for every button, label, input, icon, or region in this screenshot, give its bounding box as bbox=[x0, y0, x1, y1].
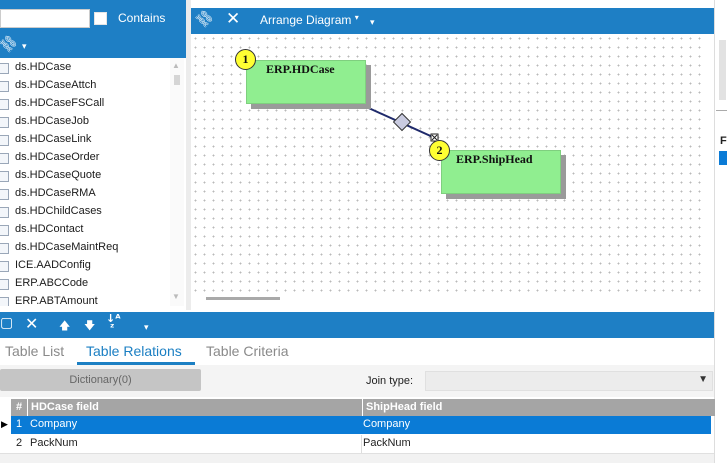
hdcase-field-cell[interactable]: PackNum bbox=[30, 435, 78, 452]
list-item-label: ERP.ABTAmount bbox=[15, 295, 98, 306]
list-item-label: ERP.ABCCode bbox=[15, 277, 89, 289]
list-item[interactable]: ds.HDCaseAttch bbox=[0, 76, 170, 94]
table-icon bbox=[0, 153, 9, 164]
dictionary-button[interactable]: Dictionary(0) bbox=[0, 369, 201, 391]
chevron-down-icon[interactable]: ▾ bbox=[144, 323, 149, 333]
list-item[interactable]: ds.HDChildCases bbox=[0, 202, 170, 220]
list-item[interactable]: ds.HDContact bbox=[0, 220, 170, 238]
chevron-down-icon[interactable]: ▾ bbox=[22, 42, 27, 52]
list-item[interactable]: ERP.ABTAmount bbox=[0, 292, 170, 306]
list-item-label: ds.HDCaseQuote bbox=[15, 169, 102, 181]
shiphead-field-cell[interactable]: PackNum bbox=[363, 435, 411, 452]
tab-table-relations[interactable]: Table Relations bbox=[86, 343, 182, 359]
list-item[interactable]: ERP.ABCCode bbox=[0, 274, 170, 292]
chevron-down-icon: ▼ bbox=[698, 374, 708, 385]
column-divider bbox=[361, 435, 362, 453]
list-item-label: ds.HDContact bbox=[15, 223, 84, 235]
right-panel-selection bbox=[719, 151, 727, 165]
dictionary-label: Dictionary(0) bbox=[69, 374, 132, 386]
join-type-select[interactable]: ▼ bbox=[425, 371, 713, 391]
table-icon bbox=[0, 81, 9, 92]
node-title: ERP.ShipHead bbox=[456, 152, 533, 166]
sort-icon[interactable]: ↓ᴬ ᶻ bbox=[106, 313, 121, 333]
chevron-down-icon[interactable]: ▾ bbox=[370, 18, 375, 28]
diagram-canvas[interactable]: ERP.HDCase 1 ERP.ShipHead 2 bbox=[191, 34, 706, 292]
list-item-label: ds.HDCaseOrder bbox=[15, 151, 100, 163]
table-icon bbox=[0, 279, 9, 290]
list-item[interactable]: ds.HDCaseRMA bbox=[0, 184, 170, 202]
row-number: 1 bbox=[15, 418, 23, 430]
table-icon bbox=[0, 189, 9, 200]
scroll-down-arrow[interactable]: ▼ bbox=[172, 292, 180, 301]
table-icon bbox=[0, 261, 9, 272]
right-panel-divider bbox=[716, 110, 727, 111]
table-icon bbox=[0, 99, 9, 110]
new-icon[interactable]: ▢ bbox=[0, 315, 13, 331]
right-panel-scroll[interactable] bbox=[719, 40, 726, 100]
list-item[interactable]: ds.HDCaseFSCall bbox=[0, 94, 170, 112]
scrollbar-track[interactable] bbox=[170, 58, 184, 306]
arrow-down-icon[interactable]: 🡇 bbox=[84, 317, 95, 336]
scroll-up-arrow[interactable]: ▲ bbox=[172, 61, 180, 70]
table-row[interactable]: 2 PackNum PackNum bbox=[0, 435, 714, 454]
node-badge: 2 bbox=[429, 140, 450, 161]
list-item-label: ds.HDCase bbox=[15, 61, 72, 73]
grid-header-right[interactable]: ShipHead field bbox=[362, 399, 715, 416]
arrange-diagram-label: Arrange Diagram bbox=[260, 13, 352, 27]
grid-bottom-gutter bbox=[0, 454, 714, 463]
table-row[interactable]: ▶ 1 Company Company bbox=[0, 416, 714, 434]
contains-checkbox[interactable] bbox=[94, 12, 107, 25]
list-item-label: ds.HDChildCases bbox=[15, 205, 102, 217]
table-icon bbox=[0, 297, 9, 306]
list-item[interactable]: ds.HDCase bbox=[0, 58, 170, 76]
row-indicator-arrow-icon: ▶ bbox=[1, 419, 8, 429]
right-panel-letter: F bbox=[720, 135, 727, 147]
list-item-label: ds.HDCaseJob bbox=[15, 115, 89, 127]
tab-table-criteria[interactable]: Table Criteria bbox=[206, 343, 288, 359]
table-icon bbox=[0, 117, 9, 128]
tab-table-list[interactable]: Table List bbox=[5, 343, 64, 359]
diagram-hscroll[interactable] bbox=[191, 292, 714, 310]
diagram-node-hdcase[interactable]: ERP.HDCase bbox=[246, 60, 366, 104]
table-icon bbox=[0, 207, 9, 218]
list-item[interactable]: ds.HDCaseJob bbox=[0, 112, 170, 130]
list-item-label: ds.HDCaseFSCall bbox=[15, 97, 105, 109]
table-icon bbox=[0, 243, 9, 254]
shiphead-field-cell[interactable]: Company bbox=[363, 416, 410, 433]
grid-header-left[interactable]: HDCase field bbox=[28, 399, 362, 416]
table-icon bbox=[0, 135, 9, 146]
contains-label: Contains bbox=[118, 11, 166, 25]
list-item[interactable]: ICE.AADConfig bbox=[0, 256, 170, 274]
node-title: ERP.HDCase bbox=[266, 62, 335, 76]
selected-row-bg bbox=[11, 416, 711, 434]
node-badge: 1 bbox=[235, 49, 256, 70]
list-item[interactable]: ds.HDCaseOrder bbox=[0, 148, 170, 166]
list-item[interactable]: ds.HDCaseQuote bbox=[0, 166, 170, 184]
join-type-label: Join type: bbox=[366, 375, 414, 387]
close-icon[interactable]: ✕ bbox=[226, 9, 240, 29]
list-item-label: ds.HDCaseMaintReq bbox=[15, 241, 119, 253]
list-item[interactable]: ds.HDCaseMaintReq bbox=[0, 238, 170, 256]
table-list[interactable]: ds.HDCase ds.HDCaseAttch ds.HDCaseFSCall ds… bbox=[0, 58, 186, 306]
list-item-label: ds.HDCaseRMA bbox=[15, 187, 96, 199]
arrow-up-icon[interactable]: 🡅 bbox=[59, 317, 70, 336]
relation-diamond bbox=[392, 112, 412, 132]
diagram-node-shiphead[interactable]: ERP.ShipHead bbox=[441, 150, 561, 194]
list-item[interactable]: ds.HDCaseLink bbox=[0, 130, 170, 148]
list-item-label: ICE.AADConfig bbox=[15, 259, 91, 271]
grid-header-num: # bbox=[11, 399, 27, 416]
row-number: 2 bbox=[15, 437, 23, 449]
chevron-down-icon: ▾ bbox=[354, 13, 359, 22]
table-icon bbox=[0, 63, 9, 74]
hdcase-field-cell[interactable]: Company bbox=[30, 416, 77, 433]
delete-icon[interactable]: ✕ bbox=[25, 314, 38, 333]
arrange-diagram-button[interactable]: Arrange Diagram ▾ bbox=[260, 13, 359, 27]
list-item-label: ds.HDCaseAttch bbox=[15, 79, 97, 91]
list-item-label: ds.HDCaseLink bbox=[15, 133, 92, 145]
diagram-hscroll-thumb[interactable] bbox=[206, 297, 280, 300]
table-icon bbox=[0, 171, 9, 182]
search-input[interactable] bbox=[0, 9, 90, 28]
scroll-thumb[interactable] bbox=[174, 75, 180, 85]
table-icon bbox=[0, 225, 9, 236]
